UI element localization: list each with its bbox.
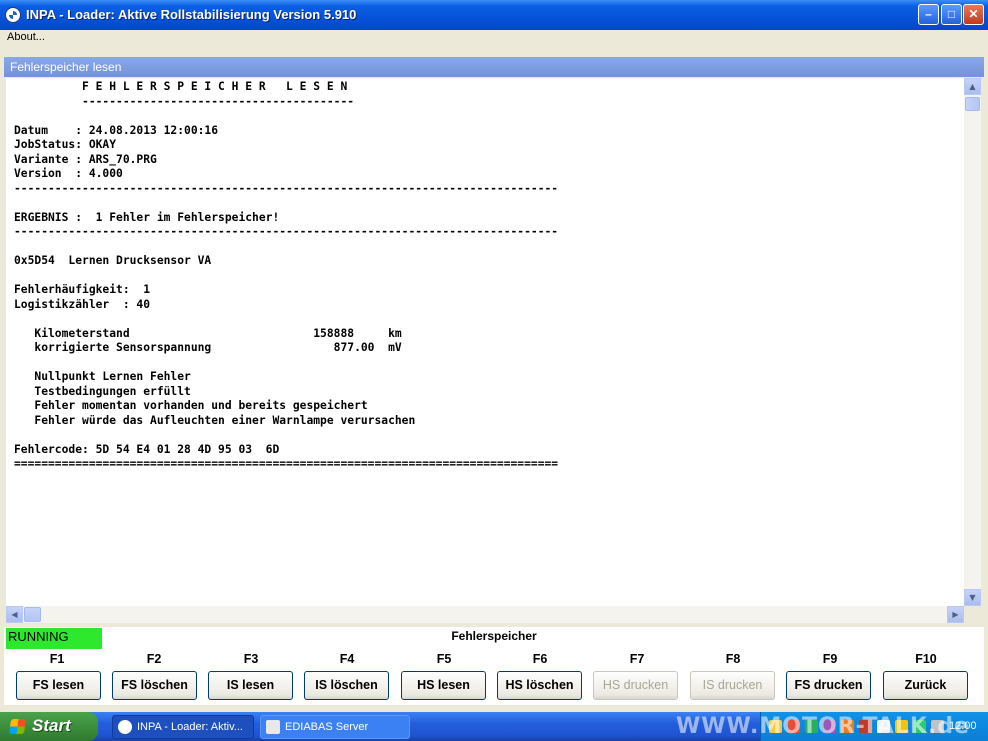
horizontal-scrollbar[interactable]: ◀ ▶ — [6, 606, 964, 623]
is-lesen-button[interactable]: IS lesen — [208, 671, 293, 700]
output-text: F E H L E R S P E I C H E R L E S E N --… — [14, 80, 559, 470]
vertical-scrollbar[interactable]: ▲ ▼ — [964, 78, 981, 606]
windows-flag-icon — [8, 719, 27, 734]
fkey-label-f3: F3 — [243, 652, 259, 666]
scroll-up-button[interactable]: ▲ — [964, 78, 981, 95]
taskbar-item-label: EDIABAS Server — [285, 721, 369, 733]
taskbar-item-label: INPA - Loader: Aktiv... — [137, 721, 243, 733]
fkey-label-f4: F4 — [339, 652, 355, 666]
fkey-label-f10: F10 — [915, 652, 937, 666]
running-status-text: RUNNING — [8, 629, 69, 644]
panel-header: Fehlerspeicher lesen — [4, 57, 984, 77]
bmw-logo-icon — [5, 7, 21, 23]
maximize-icon: □ — [947, 7, 956, 21]
hs-loeschen-button[interactable]: HS löschen — [497, 671, 582, 700]
window-title: INPA - Loader: Aktive Rollstabilisierung… — [26, 7, 357, 22]
fkey-label-f5: F5 — [436, 652, 452, 666]
window-titlebar[interactable]: INPA - Loader: Aktive Rollstabilisierung… — [0, 0, 988, 30]
scrollbar-corner — [964, 606, 981, 623]
window-frame — [0, 48, 988, 57]
is-drucken-button: IS drucken — [690, 671, 775, 700]
watermark: WWW.MOTOR-TALK.de — [676, 714, 970, 739]
arrow-left-icon: ◀ — [11, 610, 18, 619]
fs-loeschen-button[interactable]: FS löschen — [112, 671, 197, 700]
fkey-label-f9: F9 — [822, 652, 838, 666]
minimize-icon: – — [925, 7, 932, 21]
fkey-label-f6: F6 — [532, 652, 548, 666]
fs-lesen-button[interactable]: FS lesen — [16, 671, 101, 700]
bmw-logo-icon — [118, 720, 132, 734]
panel-title: Fehlerspeicher lesen — [10, 60, 122, 74]
hs-lesen-button[interactable]: HS lesen — [401, 671, 486, 700]
fkey-label-f2: F2 — [146, 652, 162, 666]
maximize-button[interactable]: □ — [941, 4, 962, 25]
horizontal-scroll-thumb[interactable] — [24, 607, 41, 622]
close-button[interactable]: ✕ — [963, 4, 984, 25]
output-text-area[interactable]: F E H L E R S P E I C H E R L E S E N --… — [6, 78, 964, 606]
taskbar-item-inpa[interactable]: INPA - Loader: Aktiv... — [112, 715, 254, 739]
ediabas-icon — [266, 720, 280, 734]
status-row: RUNNING Fehlerspeicher — [4, 627, 984, 652]
fkey-label-f8: F8 — [725, 652, 741, 666]
arrow-down-icon: ▼ — [969, 593, 976, 602]
fkey-label-f7: F7 — [629, 652, 645, 666]
fkey-label-f1: F1 — [49, 652, 65, 666]
arrow-up-icon: ▲ — [969, 82, 976, 91]
menu-bar: About... — [0, 30, 988, 47]
scroll-right-button[interactable]: ▶ — [947, 606, 964, 623]
scroll-down-button[interactable]: ▼ — [964, 589, 981, 606]
fs-drucken-button[interactable]: FS drucken — [786, 671, 871, 700]
close-icon: ✕ — [968, 7, 979, 21]
taskbar-item-ediabas[interactable]: EDIABAS Server — [260, 715, 410, 739]
function-key-bar: F1 F2 F3 F4 F5 F6 F7 F8 F9 F10 FS lesen … — [4, 649, 984, 705]
menu-about[interactable]: About... — [7, 31, 45, 43]
start-label: Start — [32, 716, 71, 735]
minimize-button[interactable]: – — [918, 4, 939, 25]
zurueck-button[interactable]: Zurück — [883, 671, 968, 700]
vertical-scroll-thumb[interactable] — [965, 97, 980, 111]
start-button[interactable]: Start — [0, 712, 98, 741]
scroll-left-button[interactable]: ◀ — [6, 606, 23, 623]
is-loeschen-button[interactable]: IS löschen — [304, 671, 389, 700]
hs-drucken-button: HS drucken — [593, 671, 678, 700]
section-title: Fehlerspeicher — [451, 629, 537, 643]
arrow-right-icon: ▶ — [952, 610, 959, 619]
